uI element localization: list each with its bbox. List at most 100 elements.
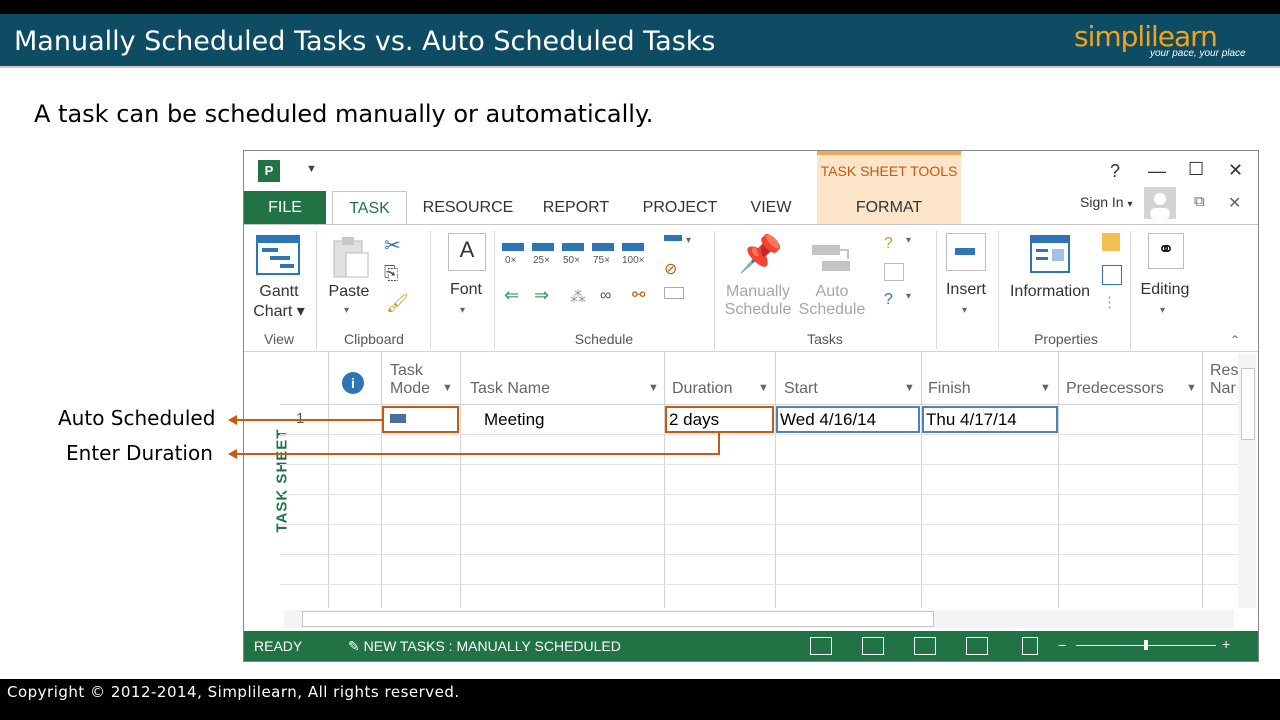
header-start[interactable]: Start — [784, 380, 818, 398]
header-task-name[interactable]: Task Name — [470, 380, 550, 398]
resource-sheet-shortcut-icon[interactable] — [966, 637, 988, 655]
header-predecessors[interactable]: Predecessors — [1066, 380, 1164, 398]
header-resource-names[interactable]: Res Nar — [1210, 362, 1238, 398]
outdent-icon[interactable]: ⇐ — [504, 285, 519, 306]
indent-icon[interactable]: ⇒ — [534, 285, 549, 306]
header-finish[interactable]: Finish — [928, 380, 971, 398]
respect-icon[interactable] — [664, 287, 684, 299]
respect-links-icon[interactable]: ⁂ — [570, 287, 586, 307]
format-painter-icon[interactable]: 🖌 — [386, 293, 409, 314]
percent-75-icon[interactable] — [592, 243, 614, 251]
customize-qat-icon[interactable]: ▼ — [306, 163, 317, 175]
font-icon[interactable]: A — [448, 233, 486, 271]
chevron-down-icon[interactable]: ▼ — [758, 382, 769, 394]
zoom-slider-thumb[interactable] — [1144, 640, 1148, 650]
paste-button[interactable]: Paste — [324, 283, 374, 301]
maximize-icon[interactable]: ☐ — [1188, 159, 1204, 180]
chevron-down-icon: ▾ — [686, 235, 692, 246]
vertical-scroll-thumb[interactable] — [1241, 368, 1255, 440]
status-ready: READY — [254, 638, 303, 654]
horizontal-scrollbar[interactable] — [284, 610, 1234, 628]
editing-button[interactable]: Editing — [1136, 281, 1194, 299]
close-icon[interactable]: ✕ — [1228, 160, 1243, 181]
intro-text: A task can be scheduled manually or auto… — [34, 100, 654, 128]
tab-task[interactable]: TASK — [332, 191, 407, 224]
tab-project[interactable]: PROJECT — [636, 191, 724, 224]
header-duration[interactable]: Duration — [672, 380, 732, 398]
header-task-mode[interactable]: Task Mode — [390, 362, 430, 398]
chevron-down-icon[interactable]: ▼ — [1040, 382, 1051, 394]
task-help-icon[interactable]: ? — [884, 291, 893, 309]
gantt-chart-button[interactable]: Gantt Chart ▾ — [248, 283, 310, 321]
gantt-chart-icon[interactable] — [256, 235, 300, 275]
task-mode-cell[interactable] — [382, 406, 459, 433]
binoculars-icon[interactable]: ⚭ — [1148, 233, 1184, 269]
zoom-in-icon[interactable]: + — [1222, 636, 1230, 652]
start-cell[interactable]: Wed 4/16/14 — [776, 406, 920, 433]
percent-50-icon[interactable] — [562, 243, 584, 251]
unlink-icon[interactable]: ⚯ — [632, 285, 645, 305]
insert-button[interactable]: Insert — [938, 281, 994, 299]
contextual-group-label: TASK SHEET TOOLS — [820, 163, 958, 179]
auto-schedule-icon[interactable] — [810, 241, 854, 275]
zoom-out-icon[interactable]: − — [1058, 637, 1066, 653]
paste-icon[interactable] — [330, 235, 370, 279]
status-bar: READY ✎ NEW TASKS : MANUALLY SCHEDULED −… — [244, 631, 1258, 661]
sign-in-link[interactable]: Sign In ▾ — [1080, 194, 1133, 210]
chevron-down-icon[interactable]: ▼ — [904, 382, 915, 394]
report-shortcut-icon[interactable] — [1022, 637, 1038, 655]
manually-label: Manually — [725, 283, 791, 300]
link-icon[interactable]: ∞ — [600, 287, 611, 305]
tab-resource[interactable]: RESOURCE — [420, 191, 516, 224]
new-tasks-label: NEW TASKS : MANUALLY SCHEDULED — [363, 638, 621, 654]
tab-view[interactable]: VIEW — [740, 191, 802, 224]
font-button[interactable]: Font — [440, 281, 492, 299]
insert-task-icon[interactable] — [946, 233, 986, 271]
inactivate-icon[interactable]: ⊘ — [664, 259, 677, 279]
duration-cell[interactable]: 2 days — [665, 406, 774, 433]
tab-format[interactable]: FORMAT — [817, 191, 961, 224]
gantt-view-shortcut-icon[interactable] — [810, 637, 832, 655]
chevron-down-icon[interactable]: ▼ — [1186, 382, 1197, 394]
collapse-ribbon-icon[interactable]: ⌃ — [1230, 333, 1240, 347]
auto-schedule-button[interactable]: Auto Schedule — [796, 283, 868, 319]
project-app-icon[interactable]: P — [258, 160, 280, 182]
details-icon[interactable] — [1102, 265, 1122, 285]
group-label-view: View — [263, 331, 295, 347]
pushpin-icon[interactable]: 📌 — [738, 233, 783, 275]
horizontal-scroll-thumb[interactable] — [302, 611, 934, 627]
mode-icon[interactable] — [884, 263, 904, 281]
cut-icon[interactable]: ✂ — [384, 233, 401, 258]
finish-cell[interactable]: Thu 4/17/14 — [922, 406, 1058, 433]
mark-on-track-icon[interactable] — [664, 235, 682, 241]
help-icon[interactable]: ? — [1110, 161, 1120, 182]
vertical-scrollbar[interactable] — [1238, 354, 1256, 608]
start-value: Wed 4/16/14 — [780, 410, 877, 429]
resource-line1: Res — [1210, 362, 1239, 379]
percent-0-icon[interactable] — [502, 243, 524, 251]
chevron-down-icon: ▾ — [1127, 199, 1133, 210]
info-column-icon[interactable]: i — [342, 372, 364, 394]
percent-100-icon[interactable] — [622, 243, 644, 251]
minimize-icon[interactable]: — — [1148, 161, 1166, 182]
notes-icon[interactable] — [1102, 233, 1120, 251]
grid-line — [280, 524, 1238, 525]
task-name-cell[interactable]: Meeting — [484, 410, 544, 430]
paste-dropdown-icon[interactable]: ▾ — [344, 305, 349, 316]
tab-report[interactable]: REPORT — [534, 191, 618, 224]
add-to-timeline-icon[interactable]: ⋮ — [1102, 293, 1117, 311]
manually-schedule-button[interactable]: Manually Schedule — [720, 283, 796, 319]
gantt-label-line1: Gantt — [259, 283, 299, 300]
information-icon[interactable] — [1030, 235, 1070, 273]
avatar[interactable] — [1144, 187, 1176, 219]
information-button[interactable]: Information — [1002, 283, 1098, 301]
task-usage-shortcut-icon[interactable] — [862, 637, 884, 655]
new-tasks-mode[interactable]: ✎ NEW TASKS : MANUALLY SCHEDULED — [348, 638, 621, 655]
inspect-icon[interactable]: ? — [884, 235, 893, 253]
team-planner-shortcut-icon[interactable] — [914, 637, 936, 655]
copy-icon[interactable]: ⎘ — [384, 263, 398, 284]
percent-25-icon[interactable] — [532, 243, 554, 251]
chevron-down-icon[interactable]: ▼ — [648, 382, 659, 394]
chevron-down-icon[interactable]: ▼ — [442, 382, 453, 394]
tab-file[interactable]: FILE — [244, 191, 326, 224]
